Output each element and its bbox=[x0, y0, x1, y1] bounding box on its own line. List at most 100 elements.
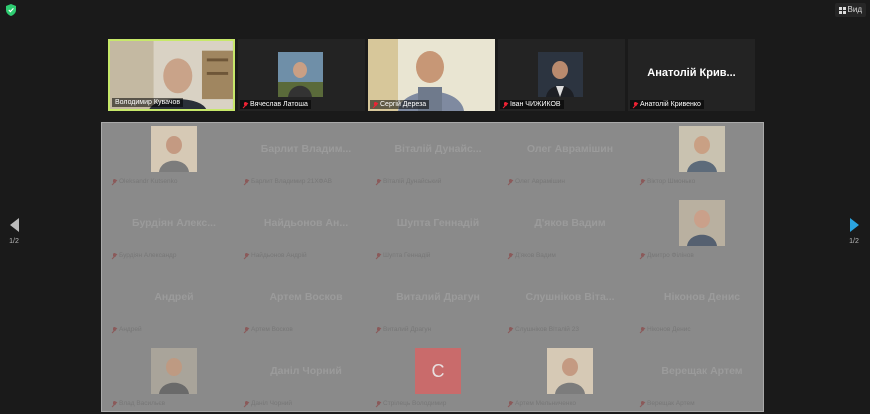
muted-mic-icon bbox=[244, 252, 249, 259]
muted-mic-icon bbox=[112, 178, 117, 185]
muted-mic-icon bbox=[640, 178, 645, 185]
participant-name-label: Артем Мельниченко bbox=[508, 400, 576, 407]
participant-name-text: Д'яков Вадим bbox=[515, 252, 556, 259]
participant-name-text: Дмитро Філінов bbox=[647, 252, 694, 259]
gallery-participant-tile[interactable]: Артем Восков Артем Восков bbox=[240, 271, 372, 345]
muted-mic-icon bbox=[376, 400, 381, 407]
participant-name-text: Виталий Драгун bbox=[383, 326, 432, 333]
previous-page-button[interactable]: 1/2 bbox=[4, 214, 24, 254]
participant-name-text: Oleksandr Kutsenko bbox=[119, 178, 178, 185]
next-page-button[interactable]: 1/2 bbox=[844, 214, 864, 254]
gallery-participant-tile[interactable]: Oleksandr Kutsenko bbox=[108, 123, 240, 197]
gallery-participant-tile[interactable]: Віталій Дунайс... Віталій Дунайський bbox=[372, 123, 504, 197]
gallery-participant-tile[interactable]: Найдьонов Ан... Найдьонов Андрій bbox=[240, 197, 372, 271]
participant-name-text: Артем Восков bbox=[251, 326, 293, 333]
gallery-participant-tile[interactable]: Д'яков Вадим Д'яков Вадим bbox=[504, 197, 636, 271]
participant-tile-chyzhykov[interactable]: Іван ЧИЖИКОВ bbox=[498, 39, 625, 111]
participant-name-text: Верещак Артем bbox=[647, 400, 695, 407]
security-shield-icon[interactable] bbox=[6, 4, 16, 16]
participant-name-text: Артем Мельниченко bbox=[515, 400, 577, 407]
page-indicator-left: 1/2 bbox=[9, 238, 19, 245]
participant-name-text: Даніл Чорний bbox=[251, 400, 293, 407]
participant-name-text: Шупта Геннадій bbox=[383, 252, 431, 259]
participant-name-label: Барлит Владимир 21ХФАВ bbox=[244, 178, 332, 185]
participant-name-label: Виталий Драгун bbox=[376, 326, 431, 333]
participant-name-text: Барлит Владимир 21ХФАВ bbox=[251, 178, 332, 185]
participant-display-name: Верещак Артем bbox=[661, 365, 743, 377]
gallery-participant-tile[interactable]: Шупта Геннадій Шупта Геннадій bbox=[372, 197, 504, 271]
muted-mic-icon bbox=[376, 326, 381, 333]
participant-name-label: Найдьонов Андрій bbox=[244, 252, 307, 259]
participant-tile-dereza[interactable]: Сергій Дереза bbox=[368, 39, 495, 111]
participant-name-text: Андрей bbox=[119, 326, 142, 333]
participant-name-label: Дмитро Філінов bbox=[640, 252, 694, 259]
gallery-participant-tile[interactable]: Барлит Владим... Барлит Владимир 21ХФАВ bbox=[240, 123, 372, 197]
participant-name-label: Вячеслав Латоша bbox=[240, 100, 311, 109]
gallery-participant-tile[interactable]: Верещак Артем Верещак Артем bbox=[636, 345, 763, 411]
gallery-participant-tile[interactable]: Влад Васильєв bbox=[108, 345, 240, 411]
view-button[interactable]: Вид bbox=[834, 3, 866, 17]
participant-name-label: Іван ЧИЖИКОВ bbox=[500, 100, 564, 109]
participant-name-text: Бурдіян Александр bbox=[119, 252, 177, 259]
participant-name-text: Ніконов Денис bbox=[647, 326, 691, 333]
muted-mic-icon bbox=[112, 326, 117, 333]
participant-avatar bbox=[151, 126, 197, 172]
participant-name-label: Віктор Шмонько bbox=[640, 178, 695, 185]
gallery-participant-tile[interactable]: Віктор Шмонько bbox=[636, 123, 763, 197]
participant-name-text: Віктор Шмонько bbox=[647, 178, 696, 185]
participant-display-name: Найдьонов Ан... bbox=[263, 217, 349, 229]
participant-display-name: Бурдіян Алекс... bbox=[132, 217, 216, 229]
gallery-participant-tile[interactable]: Андрей Андрей bbox=[108, 271, 240, 345]
participant-display-name: Виталий Драгун bbox=[396, 291, 480, 303]
gallery-grid: Oleksandr Kutsenko Барлит Владим... Барлит… bbox=[102, 123, 763, 411]
participant-tile-kuvachov[interactable]: Володимир Кувачов bbox=[108, 39, 235, 111]
gallery-participant-tile[interactable]: Виталий Драгун Виталий Драгун bbox=[372, 271, 504, 345]
gallery-participant-tile[interactable]: Ніконов Денис Ніконов Денис bbox=[636, 271, 763, 345]
participant-name-label: Даніл Чорний bbox=[244, 400, 292, 407]
muted-mic-icon bbox=[244, 326, 249, 333]
muted-mic-icon bbox=[640, 252, 645, 259]
participant-name-label: Ніконов Денис bbox=[640, 326, 691, 333]
gallery-participant-tile[interactable]: C Стрілець Володимир bbox=[372, 345, 504, 411]
participant-name-label: Володимир Кувачов bbox=[112, 98, 184, 107]
participant-name-label: Олег Аврамішин bbox=[508, 178, 565, 185]
muted-mic-icon bbox=[376, 178, 381, 185]
muted-mic-icon bbox=[376, 252, 381, 259]
participant-name-label: Сергій Дереза bbox=[370, 100, 430, 109]
muted-mic-icon bbox=[508, 178, 513, 185]
participant-name-label: Віталій Дунайський bbox=[376, 178, 441, 185]
grid-view-icon bbox=[838, 6, 846, 14]
participant-display-name: Віталій Дунайс... bbox=[394, 143, 482, 155]
muted-mic-icon bbox=[243, 101, 248, 108]
participant-name-label: Шупта Геннадій bbox=[376, 252, 430, 259]
muted-mic-icon bbox=[640, 326, 645, 333]
participant-display-name: Андрей bbox=[154, 291, 194, 303]
participant-display-name: Олег Аврамішин bbox=[526, 143, 614, 155]
muted-mic-icon bbox=[503, 101, 508, 108]
participant-avatar bbox=[679, 126, 725, 172]
gallery-participant-tile[interactable]: Дмитро Філінов bbox=[636, 197, 763, 271]
participant-avatar bbox=[679, 200, 725, 246]
gallery-participant-tile[interactable]: Даніл Чорний Даніл Чорний bbox=[240, 345, 372, 411]
gallery-participant-tile[interactable]: Олег Аврамішин Олег Аврамішин bbox=[504, 123, 636, 197]
arrow-left-icon bbox=[9, 218, 19, 232]
participant-display-name: Шупта Геннадій bbox=[396, 217, 480, 229]
participant-initial-badge: C bbox=[415, 348, 461, 394]
participant-display-name: Даніл Чорний bbox=[270, 365, 342, 377]
muted-mic-icon bbox=[373, 101, 378, 108]
gallery-participant-tile[interactable]: Слушніков Віта... Слушніков Віталій 23 bbox=[504, 271, 636, 345]
gallery-participant-tile[interactable]: Бурдіян Алекс... Бурдіян Александр bbox=[108, 197, 240, 271]
participant-avatar bbox=[538, 52, 583, 97]
page-indicator-right: 1/2 bbox=[849, 238, 859, 245]
participant-tile-kryvenko[interactable]: Анатолій Крив... Анатолій Кривенко bbox=[628, 39, 755, 111]
participant-display-name: Д'яков Вадим bbox=[534, 217, 606, 229]
participant-name-label: Слушніков Віталій 23 bbox=[508, 326, 579, 333]
gallery-participant-tile[interactable]: Артем Мельниченко bbox=[504, 345, 636, 411]
muted-mic-icon bbox=[112, 252, 117, 259]
participant-name-text: Слушніков Віталій 23 bbox=[515, 326, 579, 333]
participant-name-label: Oleksandr Kutsenko bbox=[112, 178, 178, 185]
muted-mic-icon bbox=[244, 400, 249, 407]
participant-tile-latosha[interactable]: Вячеслав Латоша bbox=[238, 39, 365, 111]
speaker-strip: Володимир Кувачов Вячеслав Латоша Сергій… bbox=[108, 39, 755, 111]
participant-name-label: Бурдіян Александр bbox=[112, 252, 176, 259]
